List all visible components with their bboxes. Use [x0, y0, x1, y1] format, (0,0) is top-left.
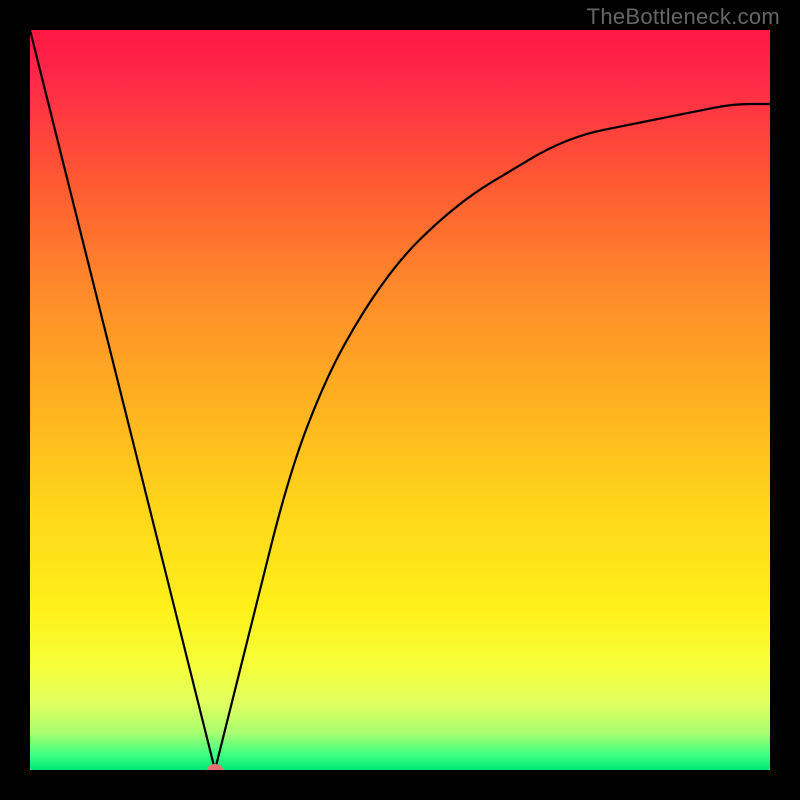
chart-frame: TheBottleneck.com	[0, 0, 800, 800]
watermark-text: TheBottleneck.com	[587, 4, 780, 30]
chart-svg	[30, 30, 770, 770]
gradient-background	[30, 30, 770, 770]
plot-area	[30, 30, 770, 770]
